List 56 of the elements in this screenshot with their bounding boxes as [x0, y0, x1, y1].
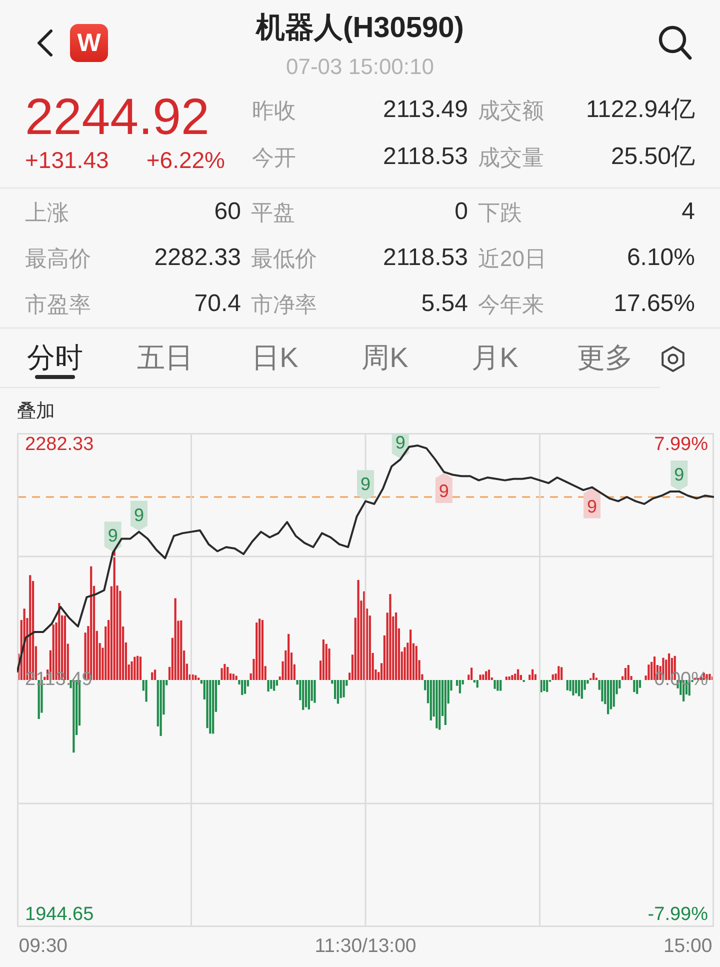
- back-icon[interactable]: [35, 29, 55, 57]
- stat-label: 近20日: [478, 244, 546, 272]
- stat-value: 70.4: [194, 289, 241, 319]
- app-logo: W: [70, 24, 108, 62]
- stat-value: 60: [214, 197, 241, 227]
- stat-value: 6.10%: [626, 243, 695, 273]
- stat-value: 5.54: [421, 289, 468, 319]
- percent-axis-label: 7.99%: [654, 434, 708, 456]
- period-tab[interactable]: 周K: [330, 329, 440, 387]
- time-axis-label: 11:30/13:00: [314, 934, 416, 958]
- stat-label: 成交量: [478, 144, 544, 172]
- stat-label: 今开: [252, 144, 296, 172]
- stat-value: 2113.49: [383, 95, 468, 125]
- number-tag: 9: [357, 470, 374, 500]
- stat-label: 昨收: [252, 96, 296, 124]
- index-price: 2244.92: [25, 89, 210, 145]
- price-change: +131.43: [25, 146, 109, 174]
- time-axis-label: 15:00: [663, 934, 712, 958]
- settings-icon[interactable]: [660, 344, 686, 372]
- stat-label: 市盈率: [25, 290, 91, 318]
- number-tag: 9: [584, 488, 601, 518]
- period-tab[interactable]: 五日: [110, 329, 220, 387]
- stat-label: 今年来: [478, 290, 544, 318]
- stat-value: 1122.94亿: [586, 95, 695, 125]
- overlay-button[interactable]: 叠加: [17, 400, 55, 424]
- number-tag: 9: [435, 472, 452, 503]
- stat-label: 上涨: [25, 198, 69, 226]
- price-axis-label: 2282.33: [25, 434, 94, 456]
- stat-label: 最高价: [25, 244, 91, 272]
- percent-change: +6.22%: [146, 146, 225, 174]
- number-tag: 9: [104, 522, 122, 552]
- stat-value: 0: [454, 197, 468, 227]
- number-tag: 9: [130, 500, 148, 531]
- number-tag: 9: [670, 460, 688, 490]
- search-icon[interactable]: [658, 25, 692, 60]
- stat-value: 17.65%: [614, 289, 695, 319]
- stat-value: 2282.33: [154, 243, 241, 273]
- period-tab[interactable]: 更多: [550, 329, 660, 387]
- stat-label: 最低价: [251, 244, 317, 272]
- stat-label: 市净率: [251, 290, 317, 318]
- update-time: 07-03 15:00:10: [284, 53, 436, 81]
- period-tab[interactable]: 月K: [440, 329, 550, 387]
- price-axis-label: 1944.65: [25, 904, 94, 926]
- stat-value: 4: [682, 197, 695, 227]
- stat-value: 25.50亿: [610, 142, 695, 172]
- stat-value: 2118.53: [383, 243, 468, 273]
- percent-axis-label: -7.99%: [648, 904, 708, 926]
- period-tab[interactable]: 分时: [0, 329, 110, 387]
- stat-label: 平盘: [251, 198, 295, 226]
- index-title: 机器人(H30590): [254, 11, 465, 46]
- stat-value: 2118.53: [383, 142, 468, 172]
- stat-label: 成交额: [478, 96, 544, 124]
- time-axis-label: 09:30: [18, 934, 68, 958]
- stat-label: 下跌: [478, 198, 522, 226]
- number-tag: 9: [392, 433, 409, 458]
- period-tab[interactable]: 日K: [220, 329, 330, 387]
